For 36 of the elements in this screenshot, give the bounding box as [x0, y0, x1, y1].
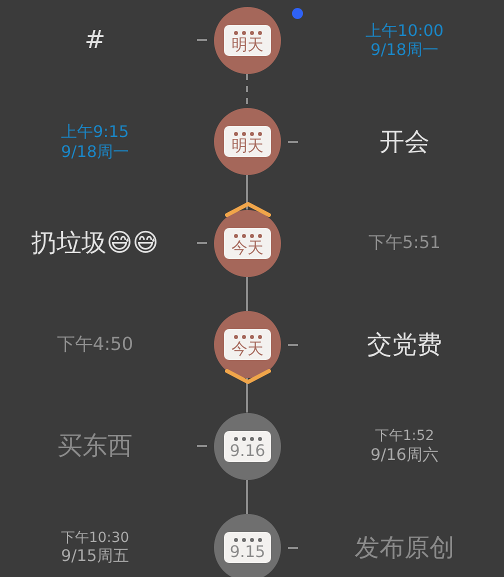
timeline-node[interactable]: 今天 — [214, 210, 281, 276]
dash-mark — [197, 445, 207, 447]
calendar-badge: 今天 — [224, 329, 271, 360]
event-date: 9/16周六 — [370, 444, 438, 464]
chevron-up-icon[interactable] — [225, 201, 271, 217]
event-time: 上午10:00 — [365, 20, 444, 40]
event-time: 下午5:51 — [368, 232, 441, 254]
dash-mark — [288, 140, 298, 142]
event-time: 下午4:50 — [56, 334, 134, 356]
event-date: 9/18周一 — [61, 142, 129, 161]
event-date: 9/15周五 — [61, 546, 129, 566]
event-title[interactable]: 买东西 — [58, 431, 132, 461]
calendar-badge: 明天 — [224, 126, 271, 157]
event-time: 上午9:15 — [61, 122, 129, 142]
timeline-node[interactable]: 明天 — [214, 108, 281, 175]
calendar-badge: 9.16 — [224, 430, 271, 462]
calendar-badge: 明天 — [224, 24, 271, 56]
timeline-node[interactable]: 明天 — [214, 6, 281, 74]
chevron-down-icon[interactable] — [225, 369, 271, 385]
timeline-node[interactable]: 9.16 — [214, 412, 281, 480]
dash-mark — [197, 39, 207, 41]
event-title[interactable]: 交党费 — [367, 330, 442, 360]
dash-mark — [197, 242, 207, 244]
event-title[interactable]: 开会 — [380, 126, 430, 156]
event-time: 下午1:52 — [374, 428, 434, 445]
dash-mark — [288, 546, 298, 548]
dash-mark — [288, 344, 298, 346]
event-title[interactable]: # — [84, 25, 106, 55]
calendar-badge: 今天 — [224, 228, 271, 258]
event-time: 下午10:30 — [60, 530, 130, 546]
event-title[interactable]: 扔垃圾😅😅 — [31, 228, 159, 258]
timeline-node[interactable]: 9.15 — [214, 514, 281, 577]
calendar-badge: 9.15 — [224, 532, 271, 563]
timeline-node[interactable]: 今天 — [214, 311, 281, 378]
event-date: 9/18周一 — [370, 40, 438, 60]
event-title[interactable]: 发布原创 — [354, 532, 454, 562]
